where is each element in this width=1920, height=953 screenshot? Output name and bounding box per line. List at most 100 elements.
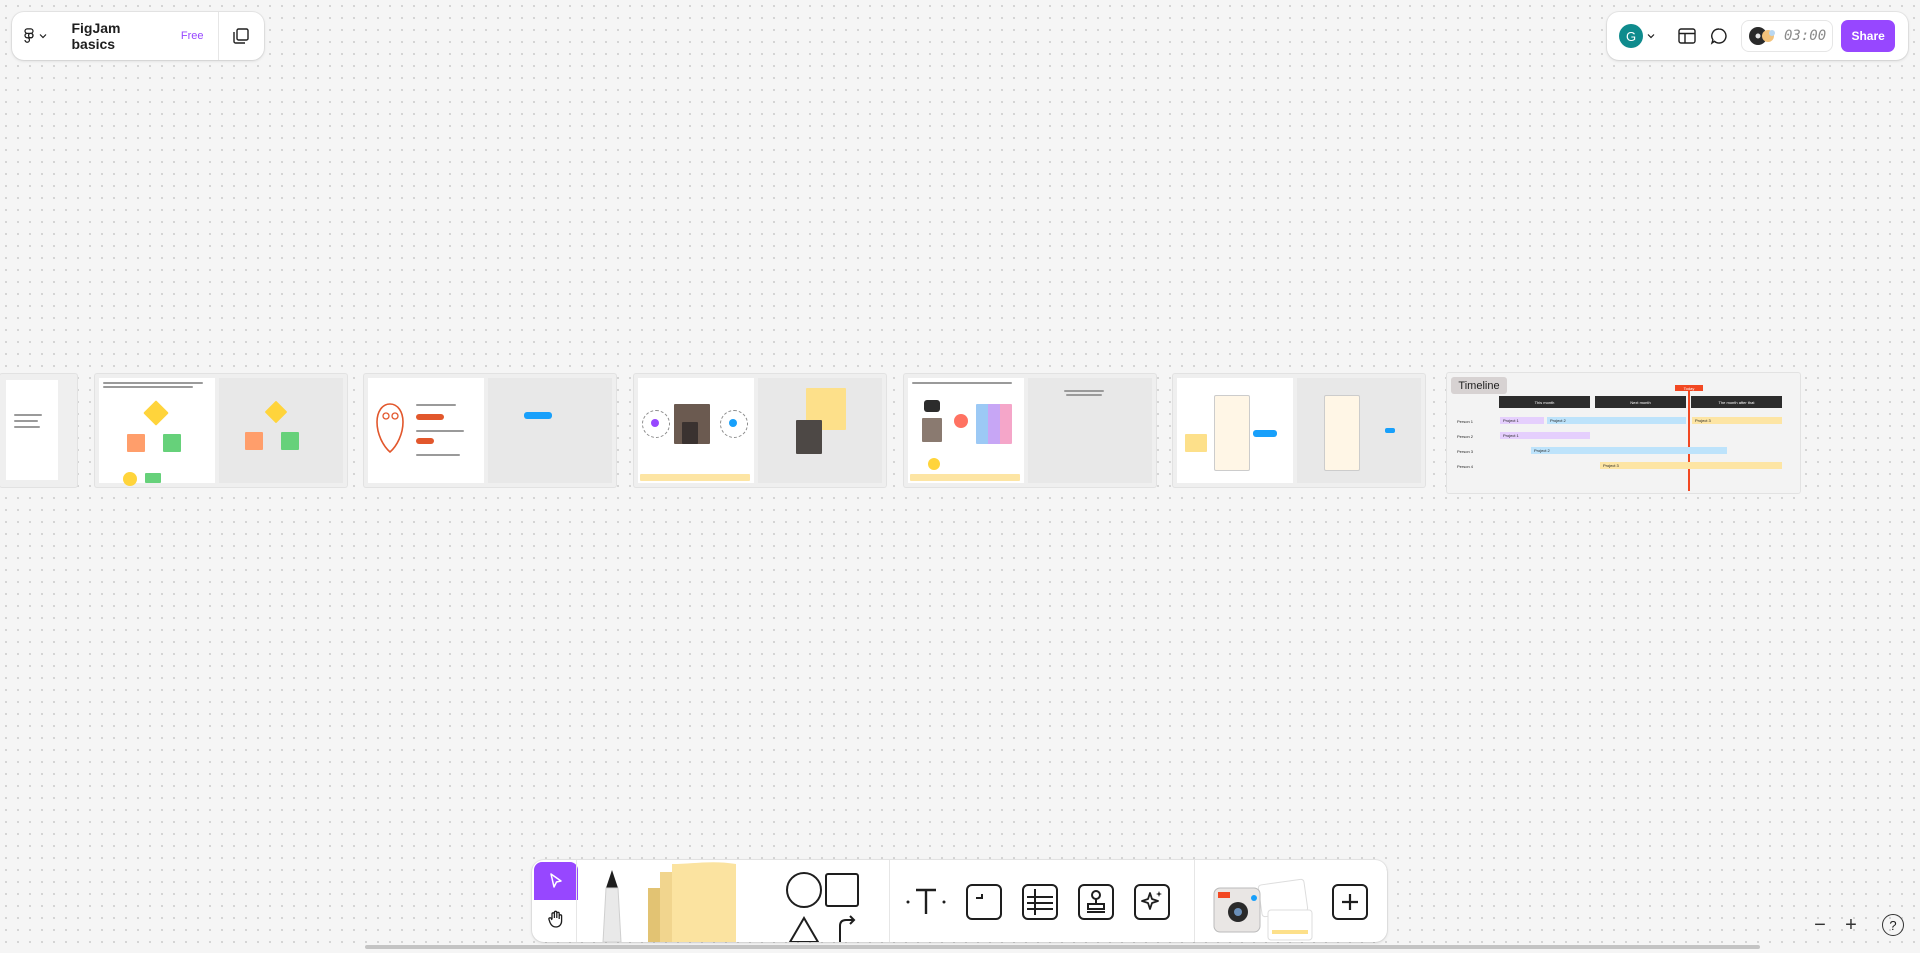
tip-bar	[910, 474, 1020, 481]
plan-badge[interactable]: Free	[181, 30, 204, 42]
sticky-note	[1185, 434, 1207, 452]
text-line	[14, 426, 40, 428]
sparkle-icon	[1134, 884, 1170, 920]
section-icon	[966, 884, 1002, 920]
stamp-tool[interactable]	[1074, 880, 1118, 924]
text-tool[interactable]	[904, 880, 948, 924]
chevron-down-icon[interactable]	[1647, 33, 1655, 39]
text-line	[416, 404, 456, 406]
section-timeline[interactable]: Timeline This month Next month The month…	[1447, 373, 1800, 493]
section-card	[6, 380, 58, 480]
sticky-note	[163, 434, 181, 452]
section-card	[99, 378, 215, 483]
timeline-bar[interactable]: Project 3	[1600, 462, 1782, 469]
shape-tool[interactable]	[782, 860, 860, 942]
timer-text: 03:00	[1784, 28, 1827, 44]
text-line	[416, 454, 460, 456]
section-tool[interactable]	[962, 880, 1006, 924]
pages-icon	[233, 28, 249, 44]
text-line	[14, 420, 38, 422]
marker-icon	[602, 870, 622, 942]
tip-bar	[640, 474, 750, 481]
cursor-arrow-icon	[550, 873, 562, 888]
avatar[interactable]: G	[1619, 24, 1643, 48]
photo	[922, 418, 942, 442]
section-partial[interactable]	[0, 374, 77, 487]
timeline-bar[interactable]: Project 3	[1692, 417, 1782, 424]
text-line	[416, 430, 464, 432]
circle-node	[729, 419, 737, 427]
timeline-column: The month after that	[1691, 396, 1782, 408]
table-icon	[1022, 884, 1058, 920]
horizontal-scrollbar[interactable]	[365, 945, 1760, 949]
table-tool[interactable]	[1018, 880, 1062, 924]
widgets-tool[interactable]	[1208, 868, 1318, 942]
orange-label	[416, 414, 444, 420]
owl-drawing	[376, 403, 404, 454]
layout-icon	[1678, 28, 1696, 44]
timeline-row-label: Person 3	[1457, 449, 1474, 454]
circle-node	[651, 419, 659, 427]
timeline-bar[interactable]: Project 2	[1547, 417, 1686, 424]
today-line	[1688, 391, 1690, 491]
blue-label	[1253, 430, 1277, 437]
comment-icon	[1710, 28, 1727, 45]
circle-shape	[928, 458, 940, 470]
rainbow-sticker	[954, 414, 968, 428]
section-stickies[interactable]	[364, 374, 616, 487]
ai-tool[interactable]	[1130, 880, 1174, 924]
sticky-note	[127, 434, 145, 452]
photo	[682, 422, 698, 444]
sticky-note-tool[interactable]	[642, 860, 738, 942]
text-line	[1064, 390, 1104, 392]
timer-widget[interactable]: 03:00	[1741, 20, 1834, 52]
zoom-in-button[interactable]: +	[1837, 911, 1865, 939]
select-tool[interactable]	[534, 862, 578, 900]
hand-tool[interactable]	[534, 900, 578, 938]
file-title[interactable]: FigJam basics	[71, 20, 166, 52]
blue-label	[1385, 428, 1395, 433]
text-line	[1066, 394, 1102, 396]
timeline-bar[interactable]: Project 1	[1500, 417, 1544, 424]
text-line	[103, 386, 193, 388]
hand-icon	[548, 910, 563, 928]
file-menu-panel: FigJam basics Free	[12, 12, 264, 60]
help-button[interactable]: ?	[1882, 914, 1904, 936]
sticky-note-icon	[648, 862, 736, 942]
section-shapes[interactable]	[634, 374, 886, 487]
section-stickers[interactable]	[904, 374, 1156, 487]
timeline-bar[interactable]: Project 2	[1531, 447, 1727, 454]
layout-button[interactable]	[1671, 20, 1703, 52]
text-line	[14, 414, 42, 416]
toolbar-divider	[576, 860, 577, 942]
share-button[interactable]: Share	[1841, 20, 1896, 52]
toolbar-divider	[889, 860, 890, 942]
photo	[796, 420, 822, 454]
try-area	[219, 378, 343, 483]
section-connectors[interactable]	[95, 374, 347, 487]
creation-toolbar	[532, 860, 1387, 942]
timeline-column: This month	[1499, 396, 1590, 408]
marker-tool[interactable]	[588, 860, 636, 942]
shapes-icon	[786, 872, 859, 942]
main-menu-button[interactable]	[12, 12, 57, 60]
camera-sticker	[924, 400, 940, 412]
comment-button[interactable]	[1703, 20, 1735, 52]
more-tool[interactable]	[1328, 880, 1372, 924]
phone-mockup	[1325, 396, 1359, 470]
timeline-bar[interactable]: Project 1	[1500, 432, 1590, 439]
section-plugins[interactable]	[1173, 374, 1425, 487]
try-area	[1297, 378, 1421, 483]
blue-label	[524, 412, 552, 419]
phone-mockup	[1215, 396, 1249, 470]
pages-button[interactable]	[219, 12, 264, 60]
music-disc-icon	[1749, 27, 1775, 45]
circle-shape	[123, 472, 137, 486]
zoom-out-button[interactable]: −	[1806, 911, 1834, 939]
timeline-column: Next month	[1595, 396, 1686, 408]
timeline-title[interactable]: Timeline	[1451, 377, 1507, 394]
sticky-note	[245, 432, 263, 450]
sticky-note	[281, 432, 299, 450]
stickers-icon	[1213, 878, 1313, 941]
try-area	[488, 378, 612, 483]
